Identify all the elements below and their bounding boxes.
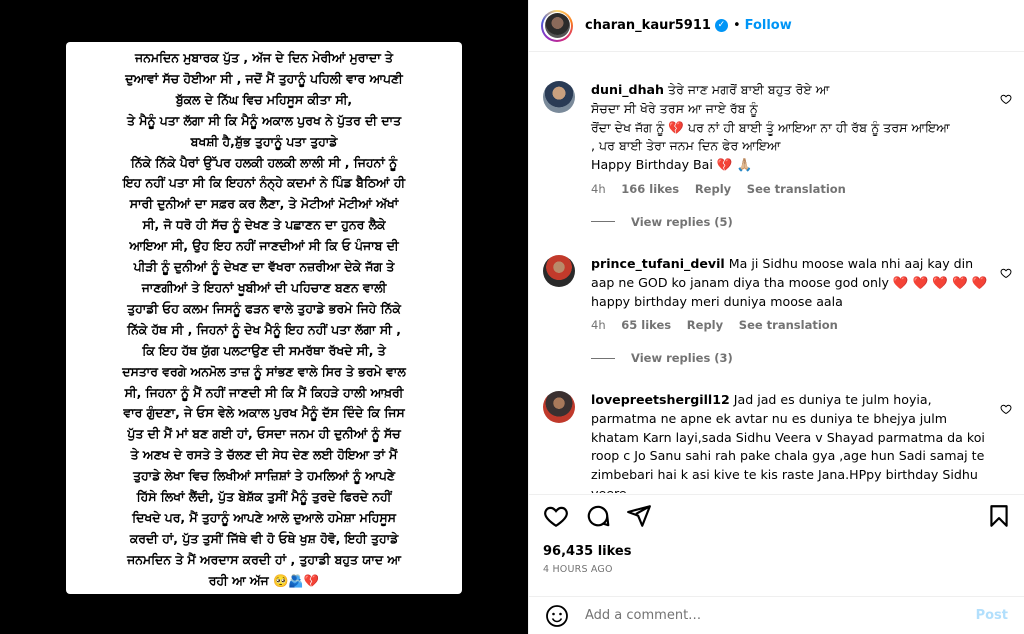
post-text-line: ਨਿੱਕੇ ਹੱਥ ਸੀ , ਜਿਹਨਾਂ ਨੂੰ ਦੇਖ ਮੈਨੂੰ ਇਹ ਨ… bbox=[127, 321, 401, 337]
comment-username[interactable]: duni_dhah bbox=[591, 82, 664, 97]
comment-text: Happy Birthday Bai 💔 🙏🏼 bbox=[591, 157, 753, 173]
post-text-line: ਵਾਰ ਗੁੰਦਣਾ, ਜੇ ਓਸ ਵੇਲੇ ਅਕਾਲ ਪੁਰਖ ਮੈਨੂੰ ਦ… bbox=[123, 405, 405, 421]
comment-icon[interactable] bbox=[585, 503, 611, 529]
follow-button[interactable]: Follow bbox=[745, 18, 792, 33]
view-replies-button[interactable]: View replies (3) bbox=[591, 351, 1012, 365]
post-text-line: ਰਹੀ ਆ ਅੱਜ 🥺🫂💔 bbox=[208, 572, 320, 588]
post-text-card: ਜਨਮਦਿਨ ਮੁਬਾਰਕ ਪੁੱਤ , ਅੱਜ ਦੇ ਦਿਨ ਮੇਰੀਆਂ ਮ… bbox=[66, 42, 462, 594]
commenter-avatar[interactable] bbox=[543, 391, 575, 423]
add-comment-input[interactable]: Add a comment… bbox=[585, 608, 976, 623]
commenter-avatar[interactable] bbox=[543, 81, 575, 113]
post-image[interactable]: ਜਨਮਦਿਨ ਮੁਬਾਰਕ ਪੁੱਤ , ਅੱਜ ਦੇ ਦਿਨ ਮੇਰੀਆਂ ਮ… bbox=[0, 0, 528, 634]
heart-icon[interactable] bbox=[1000, 93, 1012, 105]
comment-item: lovepreetshergill12 Jad jad es duniya te … bbox=[543, 391, 1012, 493]
post-text-line: ਸੀ, ਜੋ ਧਰੋ ਹੀ ਸੱਚ ਨੂੰ ਦੇਖਣ ਤੇ ਪਛਾਣਨ ਦਾ ਹ… bbox=[142, 217, 386, 233]
comment-username[interactable]: lovepreetshergill12 bbox=[591, 392, 730, 407]
post-text-line: ਸਾਰੀ ਦੁਨੀਆਂ ਦਾ ਸਫ਼ਰ ਕਰ ਲੈਣਾ, ਤੇ ਮੋਟੀਆਂ ਮ… bbox=[129, 196, 399, 212]
post-text-line: ਦਿਖਦੇ ਪਰ, ਮੈਂ ਤੁਹਾਨੂੰ ਆਪਣੇ ਆਲੇ ਦੁਆਲੇ ਹਮੇ… bbox=[132, 509, 396, 525]
commenter-avatar[interactable] bbox=[543, 255, 575, 287]
comment-username[interactable]: prince_tufani_devil bbox=[591, 256, 725, 271]
comment-likes[interactable]: 166 likes bbox=[621, 182, 679, 196]
add-comment-bar: Add a comment… Post bbox=[529, 596, 1024, 634]
emoji-icon[interactable] bbox=[545, 604, 569, 628]
comment-item: duni_dhah ਤੇਰੇ ਜਾਣ ਮਗਰੋਂ ਬਾਈ ਬਹੁਤ ਰੋਏ ਆ ਸ… bbox=[543, 81, 1012, 229]
author-avatar[interactable] bbox=[541, 9, 573, 42]
likes-count[interactable]: 96,435 likes bbox=[543, 544, 631, 559]
post-text-line: ਪੁੱਤ ਦੀ ਮੈਂ ਮਾਂ ਬਣ ਗਈ ਹਾਂ, ਓਸਦਾ ਜਨਮ ਹੀ ਦ… bbox=[127, 426, 401, 442]
action-bar bbox=[529, 494, 1024, 538]
heart-icon[interactable] bbox=[1000, 403, 1012, 415]
reply-button[interactable]: Reply bbox=[687, 318, 723, 332]
comment-time: 4h bbox=[591, 318, 606, 333]
post-text-line: ਬੁੱਕਲ ਦੇ ਨਿੱਘ ਵਿਚ ਮਹਿਸੂਸ ਕੀਤਾ ਸੀ, bbox=[175, 91, 353, 107]
post-text-line: ਹਿੱਸੇ ਲਿਖਾਂ ਲੈਂਦੀ, ਪੁੱਤ ਬੇਸ਼ੱਕ ਤੁਸੀਂ ਮੈਨ… bbox=[136, 489, 392, 505]
post-text-line: ਜਾਣਗੀਆਂ ਤੇ ਇਹਨਾਂ ਖੂਬੀਆਂ ਦੀ ਪਹਿਚਾਣ ਬਣਨ ਵਾ… bbox=[141, 279, 387, 295]
post-text-line: ਤੁਹਾਡੇ ਲੇਖਾ ਵਿਚ ਲਿਖੀਆਂ ਸਾਜ਼ਿਸ਼ਾਂ ਤੇ ਹਮਲਿ… bbox=[133, 468, 395, 484]
post-text-line: ਤੇ ਅਣਖ ਦੇ ਰਸਤੇ ਤੇ ਚੱਲਣ ਦੀ ਸੇਧ ਦੇਣ ਲਈ ਹੋਇ… bbox=[130, 447, 398, 463]
see-translation-button[interactable]: See translation bbox=[739, 318, 838, 332]
post-text-line: ਸੀ, ਜਿਹਨਾ ਨੂੰ ਮੈਂ ਨਹੀਂ ਜਾਣਦੀ ਸੀ ਕਿ ਮੈਂ ਕ… bbox=[124, 384, 404, 400]
author-username[interactable]: charan_kaur5911 bbox=[585, 18, 711, 33]
side-panel: charan_kaur5911 ✓ • Follow duni_dhah ਤੇਰੇ… bbox=[528, 0, 1024, 634]
comment-likes[interactable]: 65 likes bbox=[621, 318, 671, 332]
post-text-line: ਕਰਦੀ ਹਾਂ, ਪੁੱਤ ਤੁਸੀਂ ਜਿੱਥੇ ਵੀ ਹੋ ਓਥੇ ਖੁਸ… bbox=[129, 530, 399, 546]
post-text-line: ਦੁਆਵਾਂ ਸੱਚ ਹੋਈਆ ਸੀ , ਜਦੋਂ ਮੈਂ ਤੁਹਾਨੂੰ ਪਹ… bbox=[125, 70, 403, 86]
post-text-line: ਪੀੜੀ ਨੂੰ ਦੁਨੀਆਂ ਨੂੰ ਦੇਖਣ ਦਾ ਵੱਖਰਾ ਨਜ਼ਰੀਆ… bbox=[133, 259, 395, 275]
comments-list[interactable]: duni_dhah ਤੇਰੇ ਜਾਣ ਮਗਰੋਂ ਬਾਈ ਬਹੁਤ ਰੋਏ ਆ ਸ… bbox=[529, 53, 1024, 493]
comment-text: ਰੋਂਦਾ ਦੇਖ ਜੱਗ ਨੂੰ 💔 ਪਰ ਨਾਂ ਹੀ ਬਾਈ ਤੂੰ ਆਇ… bbox=[591, 119, 950, 135]
heart-icon[interactable] bbox=[543, 503, 569, 529]
reply-button[interactable]: Reply bbox=[695, 182, 731, 196]
post-text-line: ਦਸਤਾਰ ਵਰਗੇ ਅਨਮੋਲ ਤਾਜ਼ ਨੂੰ ਸਾਂਭਣ ਵਾਲੇ ਸਿਰ… bbox=[122, 363, 406, 379]
comment-text: ਤੇਰੇ ਜਾਣ ਮਗਰੋਂ ਬਾਈ ਬਹੁਤ ਰੋਏ ਆ bbox=[668, 82, 830, 97]
bookmark-icon[interactable] bbox=[986, 503, 1012, 529]
see-translation-button[interactable]: See translation bbox=[747, 182, 846, 196]
post-text-line: ਜਨਮਦਿਨ ਮੁਬਾਰਕ ਪੁੱਤ , ਅੱਜ ਦੇ ਦਿਨ ਮੇਰੀਆਂ ਮ… bbox=[135, 50, 393, 65]
post-button[interactable]: Post bbox=[976, 608, 1008, 623]
verified-badge-icon: ✓ bbox=[714, 19, 728, 32]
view-replies-button[interactable]: View replies (5) bbox=[591, 215, 1012, 229]
post-text-line: ਨਿੱਕੇ ਨਿੱਕੇ ਪੈਰਾਂ ਉੱਪਰ ਹਲਕੀ ਹਲਕੀ ਲਾਲੀ ਸੀ… bbox=[130, 154, 398, 170]
post-text-line: ਆਇਆ ਸੀ, ਉਹ ਇਹ ਨਹੀਂ ਜਾਣਦੀਆਂ ਸੀ ਕਿ ਓ ਪੰਜਾਬ… bbox=[129, 238, 399, 254]
comment-text: , ਪਰ ਬਾਈ ਤੇਰਾ ਜਨਮ ਦਿਨ ਫੇਰ ਆਇਆ bbox=[591, 138, 781, 154]
comment-time: 4h bbox=[591, 181, 606, 196]
post-text-line: ਜਨਮਦਿਨ ਤੇ ਮੈਂ ਅਰਦਾਸ ਕਰਦੀ ਹਾਂ , ਤੁਹਾਡੀ ਬਹ… bbox=[127, 551, 401, 567]
post-header: charan_kaur5911 ✓ • Follow bbox=[529, 0, 1024, 52]
comment-meta: 4h 65 likes Reply See translation bbox=[591, 316, 988, 335]
post-time: 4 HOURS AGO bbox=[543, 564, 613, 575]
post-text-line: ਤੇ ਮੈਨੂੰ ਪਤਾ ਲੱਗਾ ਸੀ ਕਿ ਮੈਨੂੰ ਅਕਾਲ ਪੁਰਖ … bbox=[126, 112, 402, 128]
comment-text: ਸੋਚਦਾ ਸੀ ਖੋਰੇ ਤਰਸ ਆ ਜਾਏ ਰੱਬ ਨੂੰ bbox=[591, 100, 758, 116]
comment-item: prince_tufani_devil Ma ji Sidhu moose wal… bbox=[543, 255, 1012, 365]
comment-text: Jad jad es duniya te julm hoyia, parmatm… bbox=[591, 392, 985, 493]
separator: • bbox=[732, 18, 741, 33]
post-text-line: ਕਿ ਇਹ ਹੱਥ ਯੁੱਗ ਪਲਟਾਉਣ ਦੀ ਸਮਰੱਥਾ ਰੱਖਦੇ ਸੀ… bbox=[142, 342, 386, 358]
share-icon[interactable] bbox=[626, 503, 652, 529]
post-text-line: ਤੁਹਾਡੀ ਓਹ ਕਲਮ ਜਿਸਨੂੰ ਫੜਨ ਵਾਲੇ ਤੁਹਾਡੇ ਭਰਮ… bbox=[127, 300, 401, 316]
post-text-line: ਬਖਸ਼ੀ ਹੈ,ਸ਼ੁੱਭ ਤੁਹਾਨੂੰ ਪਤਾ ਤੁਹਾਡੇ bbox=[190, 133, 338, 149]
heart-icon[interactable] bbox=[1000, 267, 1012, 279]
comment-meta: 4h 166 likes Reply See translation bbox=[591, 180, 988, 199]
post-text-line: ਇਹ ਨਹੀਂ ਪਤਾ ਸੀ ਕਿ ਇਹਨਾਂ ਨੰਨ੍ਹੇ ਕਦਮਾਂ ਨੇ … bbox=[122, 175, 406, 191]
